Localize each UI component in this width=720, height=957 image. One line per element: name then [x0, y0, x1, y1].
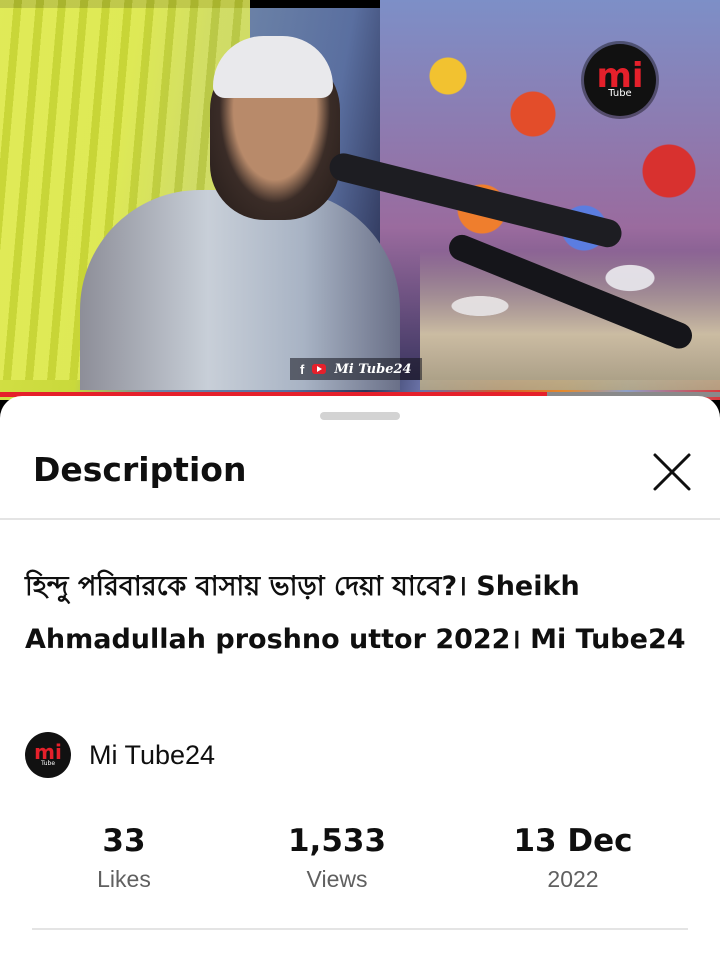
logo-tube-text: Tube: [608, 88, 632, 99]
logo-mi-text: mi: [596, 56, 644, 96]
video-player[interactable]: mi Tube f Mi Tube24: [0, 0, 720, 400]
facebook-icon: f: [300, 361, 305, 377]
video-title: হিন্দু পরিবারকে বাসায় ভাড়া দেয়া যাবে?…: [25, 571, 686, 655]
close-button[interactable]: [646, 446, 698, 498]
avatar-tube-text: Tube: [40, 760, 56, 767]
views-label: Views: [306, 866, 368, 892]
watermark-text: Mi Tube24: [334, 361, 412, 377]
description-sheet: Description হিন্দু পরিবারকে বাসায় ভাড়া…: [0, 396, 720, 957]
avatar-mi-text: mi: [34, 740, 62, 764]
upload-date-stat: 13 Dec 2022: [473, 820, 673, 896]
likes-stat: 33 Likes: [24, 820, 224, 896]
upload-year: 2022: [547, 866, 599, 892]
description-header: Description: [0, 432, 720, 520]
views-stat: 1,533 Views: [237, 820, 437, 896]
youtube-icon: [312, 364, 327, 374]
description-title: Description: [33, 450, 247, 489]
upload-date: 13 Dec: [513, 823, 633, 859]
drag-handle[interactable]: [320, 412, 400, 420]
close-icon: [653, 453, 691, 491]
channel-row[interactable]: mi Tube Mi Tube24: [25, 732, 215, 778]
likes-label: Likes: [97, 866, 151, 892]
divider: [32, 928, 688, 930]
video-watermark: f Mi Tube24: [290, 358, 422, 380]
channel-name[interactable]: Mi Tube24: [89, 740, 215, 771]
channel-logo-overlay: mi Tube: [584, 44, 656, 116]
channel-avatar[interactable]: mi Tube: [25, 732, 71, 778]
video-stats: 33 Likes 1,533 Views 13 Dec 2022: [0, 820, 720, 910]
likes-count: 33: [102, 823, 146, 859]
views-count: 1,533: [287, 823, 387, 859]
